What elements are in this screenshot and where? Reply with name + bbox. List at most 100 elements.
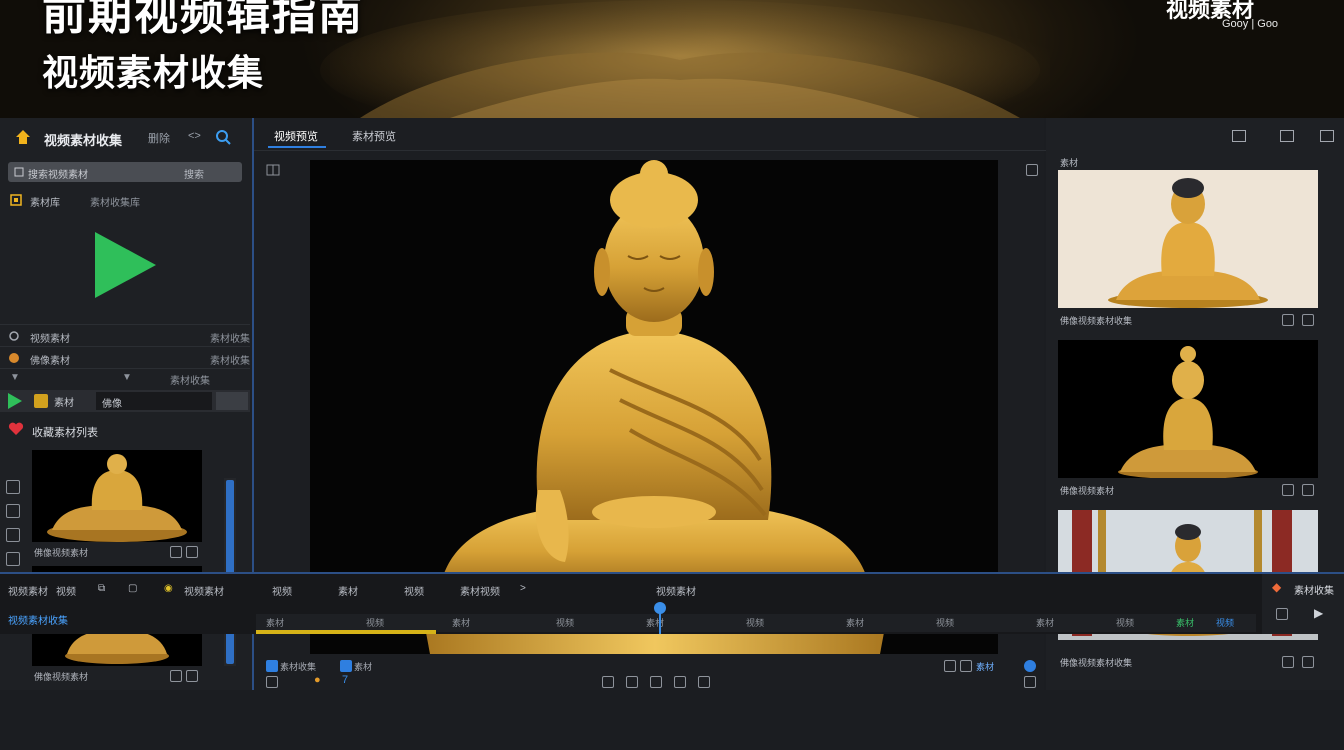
play-icon[interactable]	[6, 392, 24, 410]
search-action[interactable]: 搜索	[184, 166, 204, 181]
status-dot-icon	[1024, 660, 1036, 672]
home-icon[interactable]	[14, 128, 32, 146]
timeline-tab[interactable]: 素材视频	[460, 583, 500, 598]
timeline-tab[interactable]: 视频素材	[184, 583, 224, 598]
clip-options-button[interactable]	[216, 392, 248, 410]
asset-thumbnail[interactable]	[1058, 170, 1318, 308]
view-icon[interactable]	[944, 660, 956, 672]
avatar-icon	[9, 353, 19, 363]
sidebar-play-row[interactable]: 素材 佛像	[0, 390, 250, 412]
clip-name-field[interactable]: 佛像	[96, 392, 212, 410]
fullscreen-icon[interactable]	[1026, 164, 1038, 176]
sidebar-item-label: 佛像素材	[30, 356, 70, 367]
export-icon[interactable]	[698, 676, 710, 688]
tool-icon[interactable]	[6, 504, 20, 518]
tool-icon[interactable]	[6, 528, 20, 542]
timeline-tab[interactable]: 视频	[272, 583, 292, 598]
divider	[0, 324, 250, 325]
asset-action-icon[interactable]	[1282, 314, 1294, 326]
filter-arrow[interactable]: ▼	[10, 372, 20, 383]
tab-asset-preview[interactable]: 素材预览	[352, 128, 396, 144]
pin-icon[interactable]: ●	[314, 674, 321, 686]
timeline-tool[interactable]: ⧉	[98, 583, 105, 594]
view-icon[interactable]	[960, 660, 972, 672]
layers-icon[interactable]	[674, 676, 686, 688]
footer-label: 素材收集	[280, 662, 317, 672]
top-banner: 前期视频辑指南 视频素材收集 视频素材 Gooy | Goo	[0, 0, 1344, 118]
asset-action-icon[interactable]	[1282, 484, 1294, 496]
tool-icon[interactable]	[266, 676, 278, 688]
clip-name: 佛像	[102, 399, 122, 410]
timeline-tab[interactable]: 视频	[56, 583, 76, 598]
divider	[0, 346, 250, 347]
menu-icon[interactable]	[1320, 130, 1334, 142]
thumbnail-action-icon[interactable]	[186, 546, 198, 558]
timeline-tool[interactable]: ▢	[128, 583, 137, 594]
buddha-thumbnail-image	[1058, 170, 1318, 308]
sidebar-header: 视频素材收集 删除 <>	[0, 124, 252, 152]
asset-action-icon[interactable]	[1302, 314, 1314, 326]
search-icon[interactable]	[214, 128, 232, 146]
timeline-tab[interactable]: 视频素材	[656, 583, 696, 598]
banner-right-subtitle: Gooy | Goo	[1222, 18, 1279, 30]
thumbnail-action-icon[interactable]	[186, 670, 198, 682]
timeline-next[interactable]: >	[520, 583, 526, 594]
sidebar-item-value: 素材收集	[210, 334, 250, 345]
timeline-tab[interactable]: 视频素材	[8, 583, 48, 598]
ruler-label: 素材	[266, 618, 285, 628]
tab-video-preview[interactable]: 视频预览	[274, 128, 318, 144]
ruler-label: 素材	[646, 618, 665, 628]
timeline-playhead-line	[659, 612, 661, 634]
filter-arrow[interactable]: ▼	[122, 372, 132, 383]
ruler-label: 视频	[556, 618, 575, 628]
thumbnail-action-icon[interactable]	[170, 546, 182, 558]
sidebar-item-video[interactable]: 视频素材 素材收集	[0, 326, 252, 346]
footer-mode: 素材	[976, 662, 995, 672]
delete-button[interactable]: 删除	[148, 130, 170, 146]
ruler-label: 视频	[1216, 618, 1235, 628]
timeline-side-panel: ◆ 素材收集 ▶	[1262, 572, 1344, 634]
settings-icon[interactable]	[1024, 676, 1036, 688]
list-view-icon[interactable]	[1232, 130, 1246, 142]
active-tab-indicator	[268, 146, 326, 148]
sidebar-item-buddha[interactable]: 佛像素材 素材收集	[0, 348, 252, 368]
play-icon[interactable]	[90, 230, 160, 300]
asset-caption: 佛像视频素材	[1060, 486, 1115, 496]
lock-icon[interactable]	[650, 676, 662, 688]
sidebar-item-label: 视频素材	[30, 334, 70, 345]
search-input[interactable]: 搜索视频素材 搜索	[8, 162, 242, 182]
marker-icon[interactable]	[340, 660, 352, 672]
timeline-tab[interactable]: 素材	[338, 583, 358, 598]
tool-icon[interactable]	[6, 480, 20, 494]
clock-icon[interactable]: ◉	[164, 583, 173, 594]
thumbnail-action-icon[interactable]	[170, 670, 182, 682]
ruler-label: 视频	[1116, 618, 1135, 628]
panel-label: 素材	[1060, 158, 1079, 168]
asset-action-icon[interactable]	[1302, 656, 1314, 668]
buddha-thumbnail-image	[1118, 346, 1258, 478]
code-button[interactable]: <>	[188, 130, 201, 142]
side-tools	[6, 480, 22, 576]
ruler-label: 素材	[452, 618, 471, 628]
tool-icon[interactable]	[6, 552, 20, 566]
favorite-thumbnail[interactable]	[32, 450, 202, 542]
timeline-clip[interactable]	[256, 630, 436, 634]
grid-icon[interactable]	[266, 164, 280, 176]
loop-icon[interactable]	[602, 676, 614, 688]
favorites-title: 收藏素材列表	[32, 427, 98, 439]
sidebar-filter-row[interactable]: ▼ ▼ 素材收集	[0, 368, 252, 388]
frame-icon[interactable]	[626, 676, 638, 688]
sidebar-item-value: 素材收集库	[90, 198, 140, 209]
footer-label: 素材	[354, 662, 373, 672]
timeline-tab[interactable]: 视频	[404, 583, 424, 598]
play-icon[interactable]: ▶	[1314, 606, 1323, 620]
asset-thumbnail[interactable]	[1058, 340, 1318, 478]
sidebar-item-library[interactable]: 素材库 素材收集库	[0, 190, 252, 210]
grid-view-icon[interactable]	[1280, 130, 1294, 142]
clip-label: 素材	[54, 398, 74, 409]
asset-action-icon[interactable]	[1302, 484, 1314, 496]
settings-icon[interactable]	[1276, 608, 1288, 620]
asset-action-icon[interactable]	[1282, 656, 1294, 668]
marker-icon[interactable]	[266, 660, 278, 672]
folder-icon	[10, 194, 22, 206]
